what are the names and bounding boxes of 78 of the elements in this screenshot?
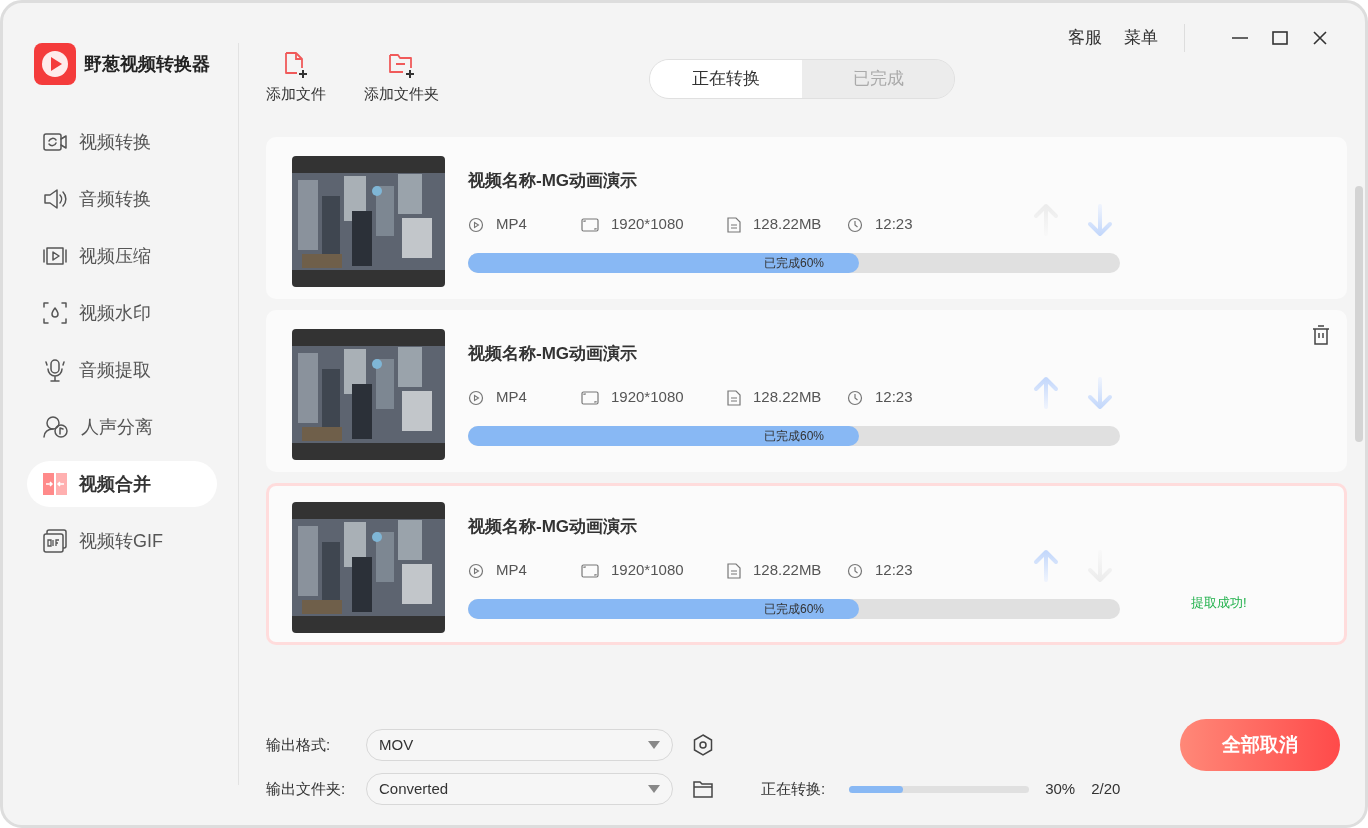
down-arrow-icon[interactable] <box>1085 375 1115 411</box>
dropdown[interactable]: MOV <box>366 729 673 761</box>
app-name: 野葱视频转换器 <box>84 52 210 76</box>
dropdown[interactable]: Converted <box>366 773 673 805</box>
clock-icon <box>847 216 863 233</box>
sidebar-item[interactable]: 视频转换 <box>27 119 217 165</box>
toolbar-button[interactable]: 添加文件 <box>266 51 326 106</box>
microphone-icon <box>43 358 67 382</box>
resolution-icon <box>581 216 599 233</box>
file-info: 1920*1080 <box>611 387 684 408</box>
close-icon[interactable] <box>1311 29 1329 47</box>
file-info: 128.22MB <box>753 214 822 235</box>
file-info: 12:23 <box>875 560 913 581</box>
trash-icon[interactable] <box>1312 325 1330 345</box>
sidebar-item[interactable]: 音频转换 <box>27 176 217 222</box>
caret-icon <box>648 785 660 793</box>
resolution-icon <box>581 562 599 579</box>
speaker-icon <box>43 188 67 210</box>
file-info: MP4 <box>496 387 527 408</box>
file-title: 视频名称-MG动画演示 <box>468 343 639 365</box>
file-info: MP4 <box>496 214 527 235</box>
caret-icon <box>648 741 660 749</box>
play-disc-icon <box>468 562 484 579</box>
add-folder-icon <box>387 51 416 79</box>
file-size-icon <box>727 216 741 233</box>
file-info: 1920*1080 <box>611 560 684 581</box>
folder-icon[interactable] <box>693 780 713 798</box>
file-info: 1920*1080 <box>611 214 684 235</box>
field-label: 输出格式: <box>266 734 332 755</box>
sidebar-item[interactable]: 音频提取 <box>27 347 217 393</box>
scrollbar[interactable] <box>1355 186 1363 442</box>
play-disc-icon <box>468 216 484 233</box>
sidebar-item[interactable]: 视频水印 <box>27 290 217 336</box>
up-arrow-icon[interactable] <box>1031 548 1061 584</box>
person-music-icon <box>43 415 69 439</box>
progress-label: 已完成60% <box>764 255 824 270</box>
maximize-icon[interactable] <box>1271 29 1289 47</box>
play-disc-icon <box>468 389 484 406</box>
file-card[interactable]: 视频名称-MG动画演示 MP4 1920*1080 128.22MB 12:23 已完成60% 提取成功! <box>266 483 1347 645</box>
file-info: 128.22MB <box>753 560 822 581</box>
settings-icon[interactable] <box>693 734 713 756</box>
file-info: 128.22MB <box>753 387 822 408</box>
field-label: 输出文件夹: <box>266 778 347 799</box>
up-arrow-icon[interactable] <box>1031 375 1061 411</box>
progress-percent: 30% <box>1045 778 1076 799</box>
sidebar-item[interactable]: 视频压缩 <box>27 233 217 279</box>
add-file-icon <box>283 51 309 79</box>
resolution-icon <box>581 389 599 406</box>
progress-label: 已完成60% <box>764 428 824 443</box>
file-title: 视频名称-MG动画演示 <box>468 170 639 192</box>
sidebar-item[interactable]: 视频转GIF <box>27 518 217 564</box>
video-compress-icon <box>43 245 67 267</box>
progress-label: 已完成60% <box>764 601 824 616</box>
toolbar-button[interactable]: 添加文件夹 <box>364 51 439 106</box>
watermark-icon <box>43 302 67 324</box>
header-link[interactable]: 客服 <box>1068 25 1102 51</box>
file-card[interactable]: 视频名称-MG动画演示 MP4 1920*1080 128.22MB 12:23 已完成60% <box>266 310 1347 472</box>
file-info: 12:23 <box>875 387 913 408</box>
file-size-icon <box>727 389 741 406</box>
progress-count: 2/20 <box>1091 778 1121 799</box>
clock-icon <box>847 389 863 406</box>
file-info: 12:23 <box>875 214 913 235</box>
gif-icon <box>43 529 67 553</box>
merge-icon <box>43 472 67 496</box>
file-title: 视频名称-MG动画演示 <box>468 516 639 538</box>
progress-status: 正在转换: <box>761 778 826 799</box>
file-size-icon <box>727 562 741 579</box>
header-link[interactable]: 菜单 <box>1124 25 1158 51</box>
app-logo <box>34 43 76 85</box>
file-card[interactable]: 视频名称-MG动画演示 MP4 1920*1080 128.22MB 12:23 已完成60% <box>266 137 1347 299</box>
clock-icon <box>847 562 863 579</box>
sidebar-item[interactable]: 视频合并 <box>27 461 217 507</box>
video-convert-icon <box>43 131 67 153</box>
tab[interactable]: 正在转换 <box>650 60 802 98</box>
status-message: 提取成功! <box>1191 594 1247 612</box>
down-arrow-icon[interactable] <box>1085 202 1115 238</box>
sidebar-item[interactable]: 人声分离 <box>27 404 217 450</box>
file-info: MP4 <box>496 560 527 581</box>
